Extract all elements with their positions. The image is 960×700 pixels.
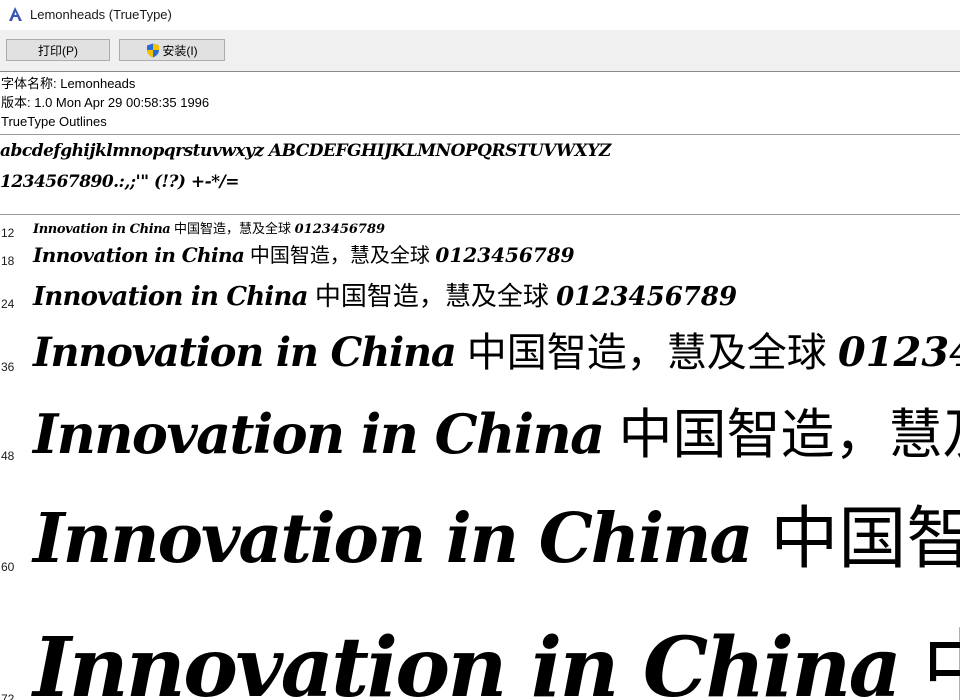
sample-text: Innovation in China 中国智造，慧及全球 0123456789 [33,620,960,700]
font-version: 版本: 1.0 Mon Apr 29 00:58:35 1996 [1,95,210,110]
sample-text: Innovation in China 中国智造，慧及全球 0123456789 [33,243,575,267]
divider [0,134,960,135]
sample-text: Innovation in China 中国智造，慧及全球 0123456789 [33,499,960,579]
print-button[interactable]: 打印(P) [6,39,110,61]
sample-row-36: 36 Innovation in China 中国智造，慧及全球 0123456… [0,323,960,385]
size-label: 18 [1,254,15,268]
font-info: 字体名称: Lemonheads 版本: 1.0 Mon Apr 29 00:5… [0,74,960,131]
size-label: 72 [1,692,15,700]
sample-row-12: 12 Innovation in China 中国智造，慧及全球 0123456… [0,219,960,241]
sample-row-18: 18 Innovation in China 中国智造，慧及全球 0123456… [0,242,960,274]
size-label: 48 [1,449,15,463]
sample-row-60: 60 Innovation in China 中国智造，慧及全球 0123456… [0,491,960,591]
sample-text: Innovation in China 中国智造，慧及全球 0123456789 [33,282,738,312]
toolbar: 打印(P) 安装(I) [0,30,960,72]
charset-line-symbols: 1234567890.:,;'" (!?) +-*/= [0,172,239,192]
install-button[interactable]: 安装(I) [119,39,225,61]
sample-text: Innovation in China 中国智造，慧及全球 0123456789 [33,402,960,466]
size-label: 60 [1,560,15,574]
print-button-label: 打印(P) [38,43,78,58]
sample-text: Innovation in China 中国智造，慧及全球 0123456789 [33,222,386,237]
font-app-icon [9,7,22,21]
install-button-label: 安装(I) [162,43,198,58]
window-title: Lemonheads (TrueType) [30,7,172,22]
sample-row-72: 72 Innovation in China 中国智造，慧及全球 0123456… [0,613,960,700]
sample-row-24: 24 Innovation in China 中国智造，慧及全球 0123456… [0,277,960,319]
size-label: 24 [1,297,15,311]
size-samples: 12 Innovation in China 中国智造，慧及全球 0123456… [0,215,960,700]
size-label: 36 [1,360,15,374]
sample-text: Innovation in China 中国智造，慧及全球 0123456789 [33,329,960,376]
uac-shield-icon [147,43,160,57]
font-outline-type: TrueType Outlines [1,114,107,129]
title-bar: Lemonheads (TrueType) [0,0,960,30]
font-name: 字体名称: Lemonheads [1,76,136,91]
size-label: 12 [1,226,15,240]
sample-row-48: 48 Innovation in China 中国智造，慧及全球 0123456… [0,395,960,475]
charset-line-letters: abcdefghijklmnopqrstuvwxyz ABCDEFGHIJKLM… [0,141,611,161]
